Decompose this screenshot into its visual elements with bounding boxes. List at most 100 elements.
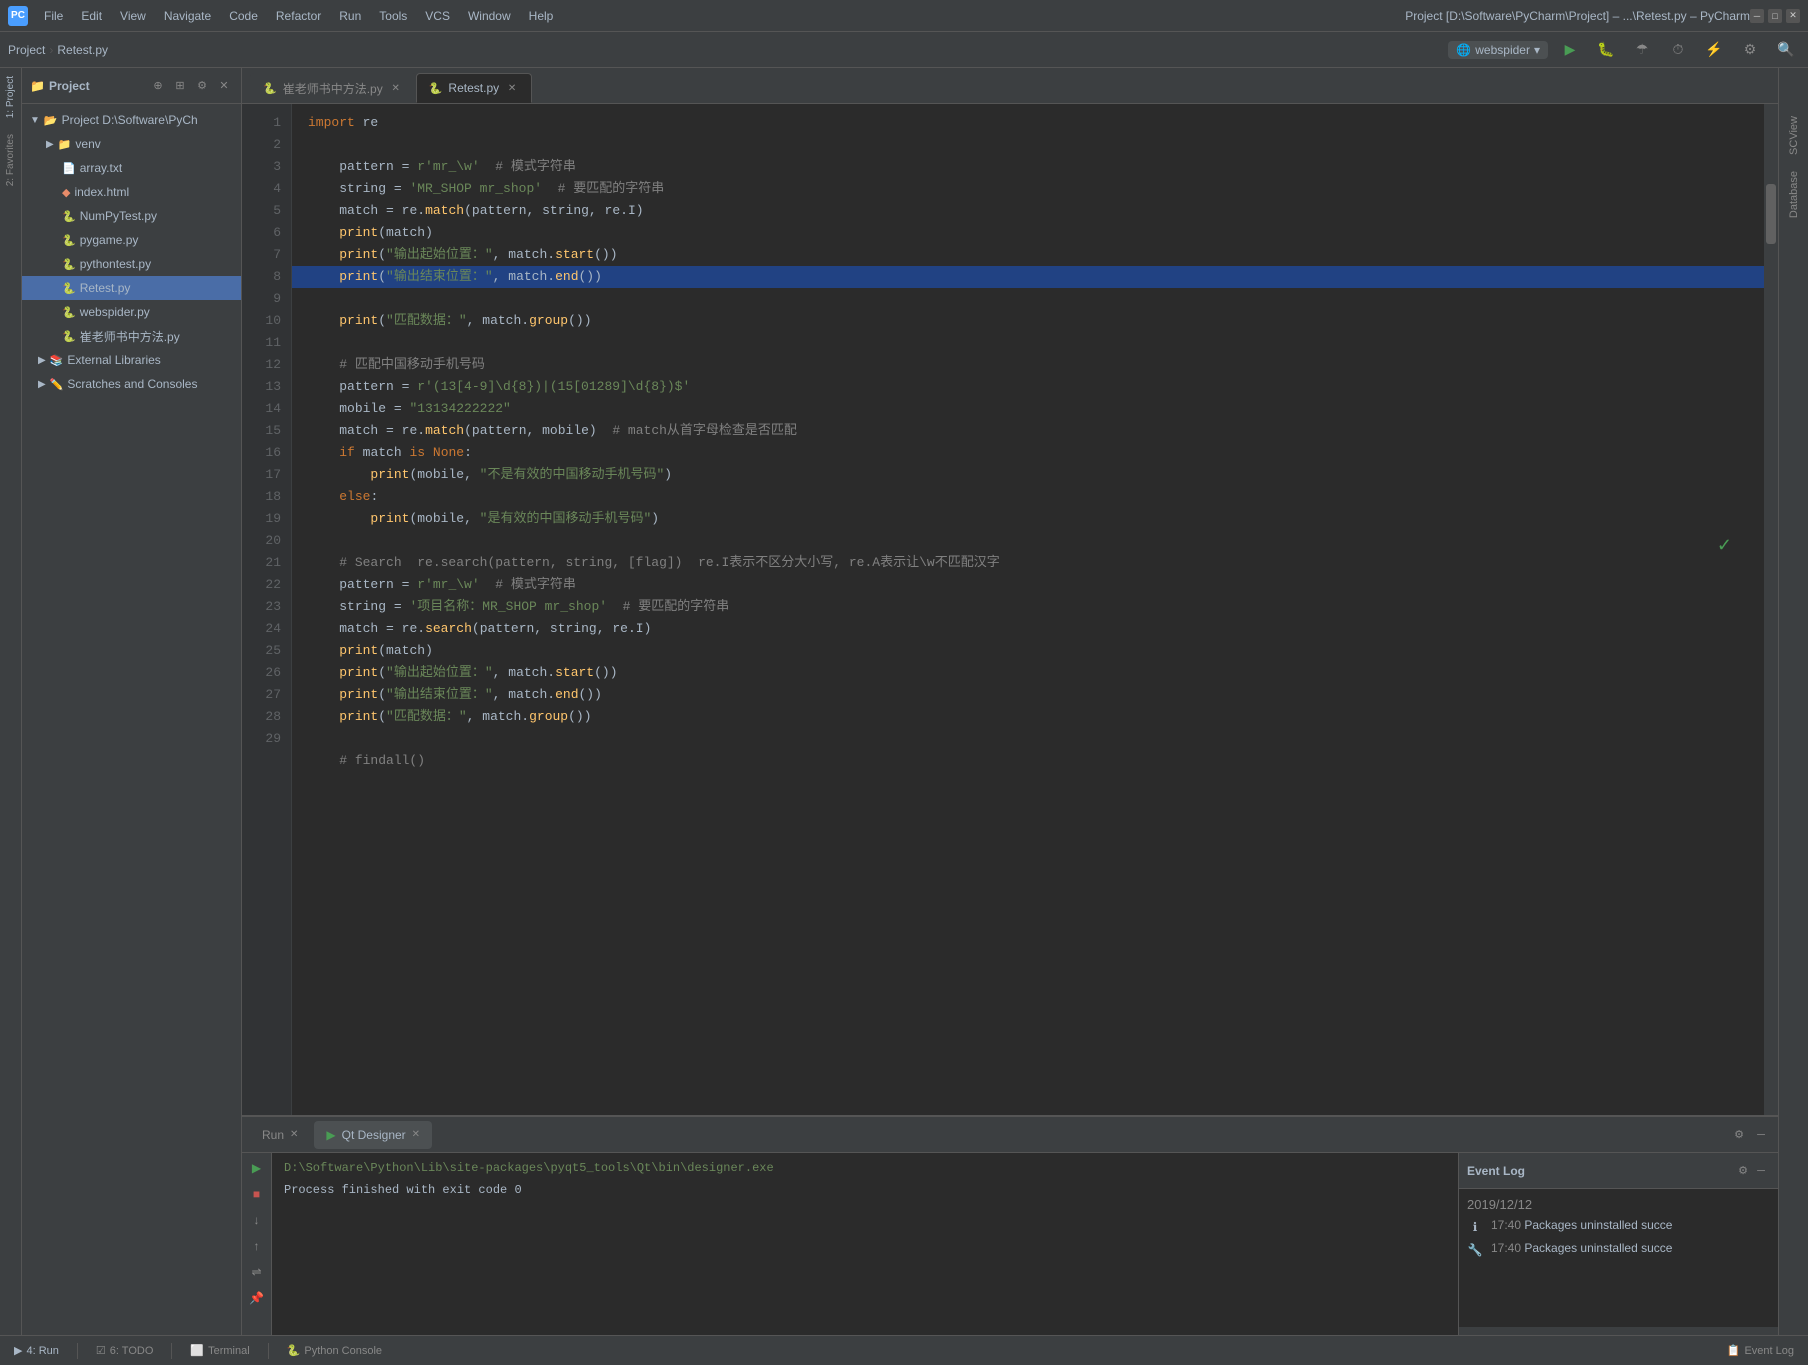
coverage-button[interactable]: ☂ [1628, 36, 1656, 64]
run-button[interactable]: ▶ [1556, 36, 1584, 64]
menu-refactor[interactable]: Refactor [268, 7, 329, 25]
tree-venv-label: venv [75, 137, 100, 151]
scview-label[interactable]: SCView [1784, 108, 1804, 163]
menu-code[interactable]: Code [221, 7, 266, 25]
project-vertical-tab[interactable]: 1: Project [3, 68, 18, 126]
tree-item-pythontest[interactable]: 🐍 pythontest.py [22, 252, 241, 276]
bottom-tab-run-close[interactable]: ✕ [290, 1129, 298, 1140]
project-options-button[interactable]: ⊞ [171, 77, 189, 95]
profile-button[interactable]: ⏱ [1664, 36, 1692, 64]
event-log-settings-button[interactable]: ⚙ [1734, 1162, 1752, 1180]
statusbar-python-console[interactable]: 🐍 Python Console [281, 1342, 388, 1359]
project-hide-button[interactable]: ✕ [215, 77, 233, 95]
run-config-selector[interactable]: 🌐 webspider ▾ [1448, 41, 1548, 59]
statusbar-event-log-label: Event Log [1744, 1345, 1794, 1357]
tab-retest[interactable]: 🐍 Retest.py ✕ [416, 73, 532, 103]
statusbar-event-log[interactable]: 📋 Event Log [1721, 1342, 1800, 1359]
tree-item-index[interactable]: ◆ index.html [22, 180, 241, 204]
menu-navigate[interactable]: Navigate [156, 7, 219, 25]
close-button[interactable]: ✕ [1786, 9, 1800, 23]
event-log-scrollbar[interactable] [1459, 1327, 1778, 1335]
project-add-button[interactable]: ⊕ [149, 77, 167, 95]
bottom-panel: Run ✕ ▶ Qt Designer ✕ ⚙ ─ ▶ ■ ↓ [242, 1115, 1778, 1335]
statusbar-todo[interactable]: ☑ 6: TODO [90, 1342, 159, 1359]
tree-numpy-icon: 🐍 [62, 210, 76, 223]
menu-vcs[interactable]: VCS [417, 7, 458, 25]
concurrency-button[interactable]: ⚡ [1700, 36, 1728, 64]
code-editor[interactable]: 12345 678910 1112131415 1617181920 21222… [242, 104, 1778, 1115]
breadcrumb-file[interactable]: Retest.py [57, 43, 108, 57]
bottom-tab-run-label: Run [262, 1128, 284, 1142]
tree-item-array[interactable]: 📄 array.txt [22, 156, 241, 180]
log-entry-2: 🔧 17:40 Packages uninstalled succe [1467, 1241, 1770, 1258]
project-settings-button[interactable]: ⚙ [193, 77, 211, 95]
editor-tab-bar: 🐍 崔老师书中方法.py ✕ 🐍 Retest.py ✕ [242, 68, 1778, 104]
tree-item-venv[interactable]: ▶ 📁 venv [22, 132, 241, 156]
run-stop-button[interactable]: ■ [246, 1183, 268, 1205]
bottom-tab-run[interactable]: Run ✕ [250, 1121, 310, 1149]
editor-scrollbar[interactable] [1764, 104, 1778, 1115]
tree-item-external-libs[interactable]: ▶ 📚 External Libraries [22, 348, 241, 372]
menu-run[interactable]: Run [331, 7, 369, 25]
menu-file[interactable]: File [36, 7, 71, 25]
run-play-button[interactable]: ▶ [246, 1157, 268, 1179]
tree-index-icon: ◆ [62, 186, 70, 199]
bottom-content: ▶ ■ ↓ ↑ ⇌ 📌 D:\Software\Python\Lib\site-… [242, 1153, 1778, 1335]
breadcrumb-project[interactable]: Project [8, 43, 45, 57]
log-entry-1-time: 17:40 [1491, 1218, 1521, 1232]
statusbar-run[interactable]: ▶ 4: Run [8, 1342, 65, 1359]
run-output-path: D:\Software\Python\Lib\site-packages\pyq… [284, 1161, 774, 1175]
tab-cui[interactable]: 🐍 崔老师书中方法.py ✕ [250, 73, 416, 103]
tree-retest-label: Retest.py [80, 281, 131, 295]
bottom-hide-button[interactable]: ─ [1752, 1126, 1770, 1144]
tree-item-webspider[interactable]: 🐍 webspider.py [22, 300, 241, 324]
debug-button[interactable]: 🐛 [1592, 36, 1620, 64]
title-bar: PC File Edit View Navigate Code Refactor… [0, 0, 1808, 32]
menu-view[interactable]: View [112, 7, 154, 25]
tree-item-numpy[interactable]: 🐍 NumPyTest.py [22, 204, 241, 228]
tree-pythontest-icon: 🐍 [62, 258, 76, 271]
tree-item-scratches[interactable]: ▶ ✏️ Scratches and Consoles [22, 372, 241, 396]
run-config-icon: 🌐 [1456, 43, 1471, 57]
menu-window[interactable]: Window [460, 7, 519, 25]
log-date: 2019/12/12 [1467, 1197, 1532, 1212]
settings-button[interactable]: ⚙ [1736, 36, 1764, 64]
tree-array-label: array.txt [80, 161, 122, 175]
minimize-button[interactable]: ─ [1750, 9, 1764, 23]
run-wrap-button[interactable]: ⇌ [246, 1261, 268, 1283]
event-log-header: Event Log ⚙ ─ [1459, 1153, 1778, 1189]
run-pin-button[interactable]: 📌 [246, 1287, 268, 1309]
search-everywhere-button[interactable]: 🔍 [1772, 36, 1800, 64]
bottom-settings-button[interactable]: ⚙ [1730, 1126, 1748, 1144]
statusbar-todo-label: 6: TODO [110, 1345, 154, 1357]
database-label[interactable]: Database [1784, 163, 1804, 226]
bottom-tab-qt[interactable]: ▶ Qt Designer ✕ [314, 1121, 432, 1149]
tree-webspider-icon: 🐍 [62, 306, 76, 319]
statusbar-terminal[interactable]: ⬜ Terminal [184, 1342, 255, 1359]
tab-retest-close[interactable]: ✕ [505, 81, 519, 95]
event-log-icon: 📋 [1727, 1344, 1741, 1357]
project-panel-header: 📁 Project ⊕ ⊞ ⚙ ✕ [22, 68, 241, 104]
maximize-button[interactable]: □ [1768, 9, 1782, 23]
favorites-vertical-tab[interactable]: 2: Favorites [3, 126, 18, 194]
menu-edit[interactable]: Edit [73, 7, 110, 25]
project-folder-icon: 📁 [30, 79, 45, 93]
bottom-tab-qt-close[interactable]: ✕ [412, 1129, 420, 1140]
tab-cui-close[interactable]: ✕ [389, 82, 403, 96]
menu-tools[interactable]: Tools [371, 7, 415, 25]
menu-help[interactable]: Help [521, 7, 562, 25]
event-log-hide-button[interactable]: ─ [1752, 1162, 1770, 1180]
tree-item-cui[interactable]: 🐍 崔老师书中方法.py [22, 324, 241, 348]
tree-item-retest[interactable]: 🐍 Retest.py [22, 276, 241, 300]
run-scroll-down-button[interactable]: ↓ [246, 1209, 268, 1231]
log-info-icon: ℹ [1467, 1219, 1483, 1235]
line-numbers: 12345 678910 1112131415 1617181920 21222… [242, 104, 292, 1115]
toolbar: Project › Retest.py 🌐 webspider ▾ ▶ 🐛 ☂ … [0, 32, 1808, 68]
tree-item-pygame[interactable]: 🐍 pygame.py [22, 228, 241, 252]
bottom-tab-qt-label: Qt Designer [342, 1128, 406, 1142]
code-content[interactable]: import re pattern = r'mr_\w' # 模式字符串 str… [292, 104, 1764, 1115]
editor-scrollbar-thumb[interactable] [1766, 184, 1776, 244]
tree-root[interactable]: ▼ 📂 Project D:\Software\PyCh [22, 108, 241, 132]
right-panel: SCView Database [1778, 68, 1808, 1335]
run-scroll-up-button[interactable]: ↑ [246, 1235, 268, 1257]
